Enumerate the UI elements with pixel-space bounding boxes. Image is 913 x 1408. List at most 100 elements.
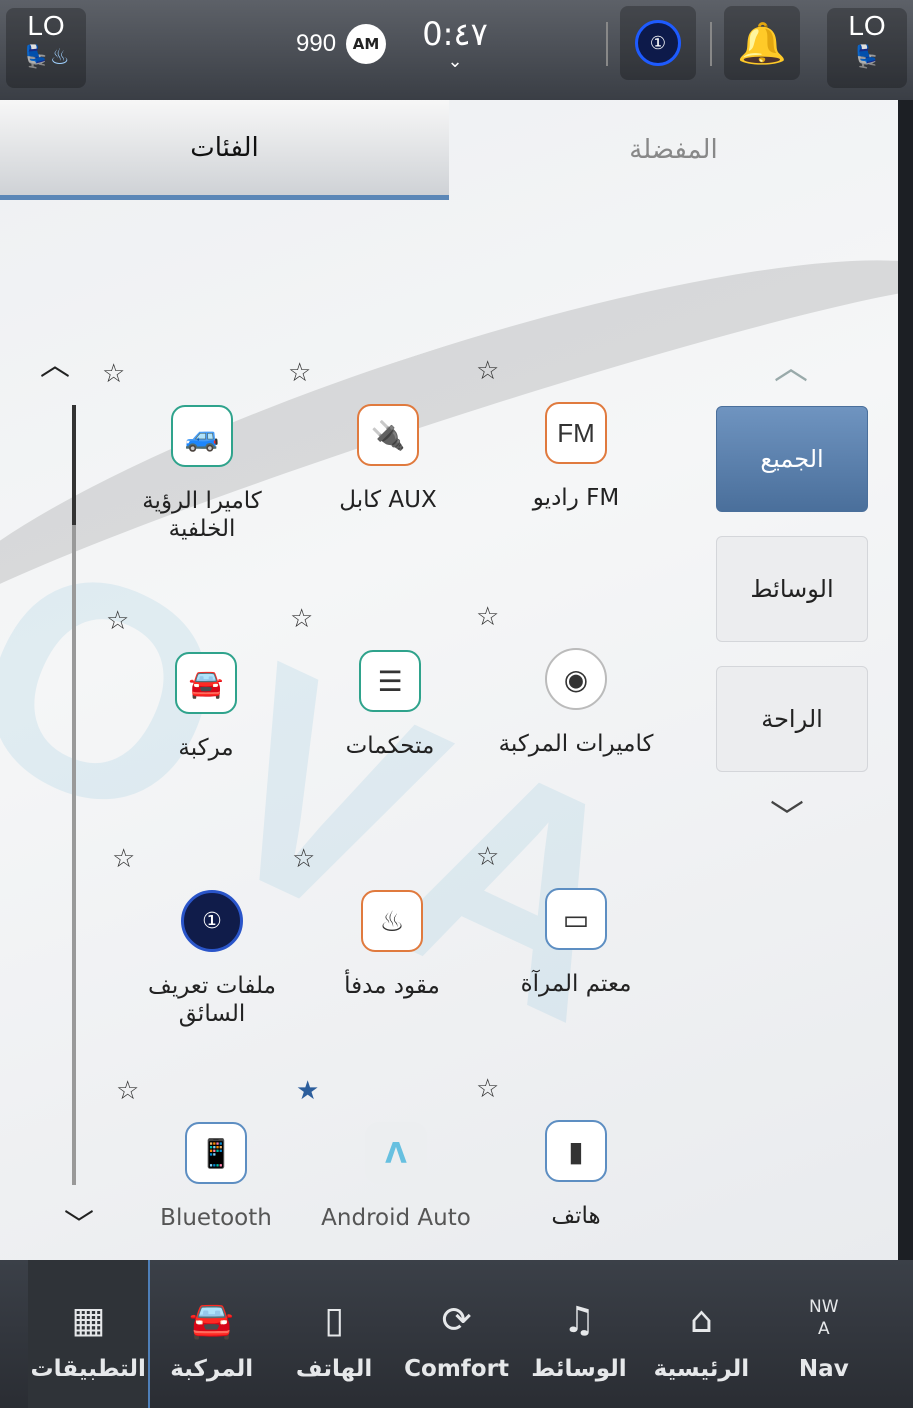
grid-icon: ▦ <box>71 1300 106 1341</box>
app-phone[interactable]: ☆ ▮ هاتف <box>476 1074 666 1230</box>
app-rear-camera[interactable]: ☆ 🚙 كاميرا الرؤية الخلفية <box>102 359 292 543</box>
app-bluetooth[interactable]: ☆ 📱 Bluetooth <box>116 1076 306 1232</box>
background-watermark: OVA <box>0 489 716 1097</box>
driver-profile-icon: ① <box>181 890 243 952</box>
tab-favorites[interactable]: المفضلة <box>449 100 898 200</box>
nav-label: الهاتف <box>295 1356 373 1382</box>
app-label: ملفات تعريف السائق <box>148 973 276 1027</box>
mirror-icon: ▭ <box>545 888 607 950</box>
app-fm-radio[interactable]: ☆ FM راديو FM <box>476 356 666 512</box>
nav-label: التطبيقات <box>30 1356 146 1382</box>
app-label: مقود مدفأ <box>344 973 440 999</box>
app-label: كاميرات المركبة <box>498 731 654 757</box>
seat-heat-icon: 💺♨ <box>22 45 70 70</box>
status-bar: LO 💺♨ 990 AM 0:٤٧ ⌄ ① 🔔 LO 💺 <box>0 0 913 100</box>
app-aux-cable[interactable]: ☆ 🔌 كابل AUX <box>288 358 478 514</box>
right-temperature: LO <box>848 10 886 41</box>
app-label: راديو FM <box>532 485 620 511</box>
aux-cable-icon: 🔌 <box>357 404 419 466</box>
favorite-star-icon[interactable]: ☆ <box>292 844 315 874</box>
apps-screen: OVA الفئات المفضلة ︿ ﹀ ︿ الجميع الوسائط … <box>0 100 898 1260</box>
rear-camera-icon: 🚙 <box>171 405 233 467</box>
app-label: متحكمات <box>345 733 435 759</box>
car-icon: 🚘 <box>189 1300 235 1341</box>
notifications-button[interactable]: 🔔 <box>724 6 800 80</box>
camera-icon: ◉ <box>545 648 607 710</box>
divider <box>710 22 712 66</box>
app-label: هاتف <box>551 1203 601 1229</box>
radio-band-badge: AM <box>346 24 387 64</box>
driver-profile-icon: ① <box>635 20 681 66</box>
app-label: مركبة <box>178 735 234 761</box>
app-mirror-dimmer[interactable]: ☆ ▭ معتم المرآة <box>476 842 666 998</box>
favorite-star-icon[interactable]: ☆ <box>476 356 499 386</box>
bell-icon: 🔔 <box>737 20 787 67</box>
chevron-down-icon: ⌄ <box>447 51 463 72</box>
category-comfort[interactable]: الراحة <box>716 666 868 772</box>
favorite-star-icon[interactable]: ★ <box>296 1076 319 1106</box>
compass-arrow-icon: A <box>817 1319 830 1339</box>
nav-label: Comfort <box>404 1356 509 1382</box>
fm-radio-icon: FM <box>545 402 607 464</box>
app-label: كابل AUX <box>339 487 437 513</box>
favorite-star-icon[interactable]: ☆ <box>476 1074 499 1104</box>
app-vehicle[interactable]: ☆ 🚘 مركبة <box>106 606 296 762</box>
tab-categories[interactable]: الفئات <box>0 100 449 200</box>
favorite-star-icon[interactable]: ☆ <box>106 606 129 636</box>
nav-media[interactable]: ♫ الوسائط <box>518 1260 640 1408</box>
nav-label: Nav <box>798 1356 849 1382</box>
app-android-auto[interactable]: ★ Λ Android Auto <box>296 1076 486 1232</box>
home-icon: ⌂ <box>689 1300 713 1341</box>
divider <box>606 22 608 66</box>
app-controls[interactable]: ☆ ☰ متحكمات <box>290 604 480 760</box>
nav-label: الوسائط <box>531 1356 627 1382</box>
car-icon: 🚘 <box>175 652 237 714</box>
nav-label: المركبة <box>170 1356 254 1382</box>
nav-label: الرئيسية <box>653 1356 750 1382</box>
scroll-down-icon[interactable]: ﹀ <box>64 1200 94 1244</box>
driver-profile-button[interactable]: ① <box>620 6 696 80</box>
phone-icon: ▯ <box>324 1300 345 1341</box>
favorite-star-icon[interactable]: ☆ <box>116 1076 139 1106</box>
scrollbar-thumb[interactable] <box>72 405 76 525</box>
clock-time: 0:٤٧ <box>422 15 488 53</box>
nav-phone[interactable]: ▯ الهاتف <box>273 1260 395 1408</box>
clock[interactable]: 0:٤٧ ⌄ <box>420 14 490 72</box>
right-climate-button[interactable]: LO 💺 <box>827 8 907 88</box>
scroll-up-icon[interactable]: ︿ <box>40 340 70 384</box>
app-driver-profiles[interactable]: ☆ ① ملفات تعريف السائق <box>112 844 302 1028</box>
radio-status[interactable]: 990 AM <box>296 22 387 66</box>
app-label: Android Auto <box>321 1205 471 1231</box>
nav-apps[interactable]: ▦ التطبيقات <box>28 1260 151 1408</box>
favorite-star-icon[interactable]: ☆ <box>290 604 313 634</box>
app-label: معتم المرآة <box>520 971 632 997</box>
seat-icon: 💺 <box>853 45 881 70</box>
app-label: Bluetooth <box>160 1205 272 1231</box>
nav-vehicle[interactable]: 🚘 المركبة <box>150 1260 272 1408</box>
favorite-star-icon[interactable]: ☆ <box>112 844 135 874</box>
bluetooth-audio-icon: 📱 <box>185 1122 247 1184</box>
left-temperature: LO <box>27 10 65 41</box>
app-label: كاميرا الرؤية الخلفية <box>142 488 262 542</box>
compass-direction: NW <box>809 1297 839 1317</box>
app-heated-steering[interactable]: ☆ ♨ مقود مدفأ <box>292 844 482 1000</box>
nav-navigation[interactable]: NW A Nav <box>763 1260 885 1408</box>
nav-home[interactable]: ⌂ الرئيسية <box>640 1260 762 1408</box>
category-media[interactable]: الوسائط <box>716 536 868 642</box>
favorite-star-icon[interactable]: ☆ <box>476 602 499 632</box>
favorite-star-icon[interactable]: ☆ <box>288 358 311 388</box>
tab-bar: الفئات المفضلة <box>0 100 898 204</box>
category-up-icon[interactable]: ︿ <box>774 340 808 389</box>
heated-wheel-icon: ♨ <box>361 890 423 952</box>
android-auto-icon: Λ <box>365 1122 427 1184</box>
app-vehicle-cameras[interactable]: ☆ ◉ كاميرات المركبة <box>476 602 666 758</box>
left-climate-button[interactable]: LO 💺♨ <box>6 8 86 88</box>
radio-frequency: 990 <box>296 30 337 57</box>
favorite-star-icon[interactable]: ☆ <box>102 359 125 389</box>
category-down-icon[interactable]: ﹀ <box>770 790 804 839</box>
favorite-star-icon[interactable]: ☆ <box>476 842 499 872</box>
comfort-icon: ⟳ <box>441 1300 472 1341</box>
nav-comfort[interactable]: ⟳ Comfort <box>395 1260 517 1408</box>
bottom-navigation: ▦ التطبيقات 🚘 المركبة ▯ الهاتف ⟳ Comfort… <box>0 1260 913 1408</box>
category-all[interactable]: الجميع <box>716 406 868 512</box>
